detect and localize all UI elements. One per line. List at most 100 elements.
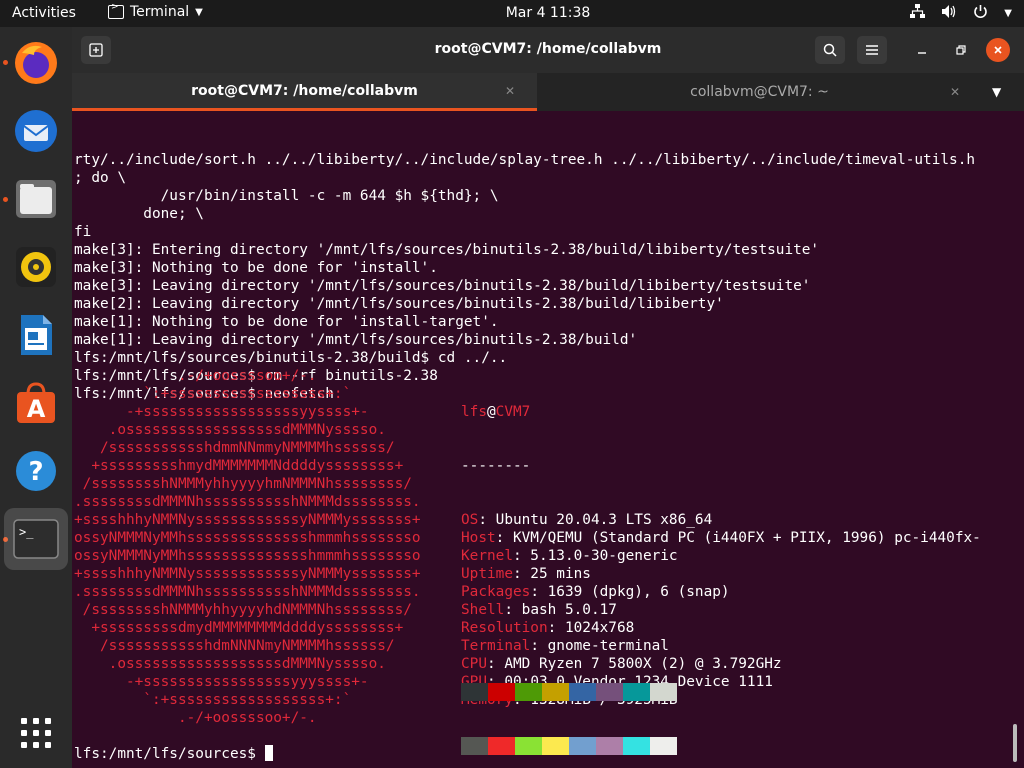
- close-tab-icon[interactable]: ✕: [950, 85, 960, 99]
- info-value: : KVM/QEMU (Standard PC (i440FX + PIIX, …: [495, 530, 981, 546]
- ascii-art-line: ossyNMMMNyMMhsssssssssssssshmmmhssssssso: [74, 548, 421, 564]
- current-prompt[interactable]: lfs:/mnt/lfs/sources$: [74, 745, 273, 763]
- thunderbird-icon: [15, 110, 57, 152]
- ascii-art-line: .ssssssssdMMMNhsssssssssshNMMMdssssssss.: [74, 584, 421, 600]
- terminal-line: make[1]: Leaving directory '/mnt/lfs/sou…: [74, 332, 638, 348]
- volume-icon[interactable]: [941, 4, 957, 23]
- show-applications-button[interactable]: [10, 707, 62, 759]
- close-icon: [994, 46, 1002, 54]
- dock: A ? >_: [0, 27, 72, 768]
- info-value: : Ubuntu 20.04.3 LTS x86_64: [478, 512, 713, 528]
- dock-software[interactable]: A: [10, 377, 62, 429]
- svg-text:A: A: [27, 395, 46, 423]
- palette-swatch: [461, 737, 488, 755]
- minimize-button[interactable]: [907, 36, 937, 64]
- ascii-art-line: +sssshhhyNMMNyssssssssssssyNMMMysssssss+: [74, 566, 421, 582]
- info-row: Kernel: 5.13.0-30-generic: [461, 547, 981, 565]
- info-key: OS: [461, 512, 479, 528]
- palette-swatch: [650, 737, 677, 755]
- ascii-art-line: +ssssssssshmydMMMMMMMNddddyssssssss+: [74, 458, 404, 474]
- palette-swatch: [569, 683, 596, 701]
- firefox-icon: [15, 42, 57, 84]
- tab-collabvm[interactable]: collabvm@CVM7: ~ ✕: [537, 73, 982, 111]
- terminal-line: lfs:/mnt/lfs/sources/binutils-2.38/build…: [74, 350, 508, 366]
- dock-terminal[interactable]: >_: [4, 508, 68, 570]
- network-icon[interactable]: [910, 4, 926, 23]
- terminal-line: make[3]: Leaving directory '/mnt/lfs/sou…: [74, 278, 811, 294]
- terminal-line: /usr/bin/install -c -m 644 $h ${thd}; \: [74, 188, 499, 204]
- palette-swatch: [488, 737, 515, 755]
- tab-label: collabvm@CVM7: ~: [690, 84, 829, 100]
- info-row: OS: Ubuntu 20.04.3 LTS x86_64: [461, 511, 981, 529]
- power-icon[interactable]: [973, 4, 988, 23]
- ascii-art-line: ossyNMMMNyMMhsssssssssssssshmmmhssssssso: [74, 530, 421, 546]
- info-value: : 1639 (dpkg), 6 (snap): [530, 584, 730, 600]
- dock-thunderbird[interactable]: [10, 105, 62, 157]
- ascii-art-line: .ssssssssdMMMNhsssssssssshNMMMdssssssss.: [74, 494, 421, 510]
- system-tray[interactable]: ▼: [910, 4, 1012, 23]
- palette-swatch: [488, 683, 515, 701]
- info-value: : 25 mins: [512, 566, 591, 582]
- chevron-down-icon[interactable]: ▼: [1004, 8, 1012, 19]
- palette-swatch: [623, 683, 650, 701]
- dock-firefox[interactable]: [10, 37, 62, 89]
- ascii-art-line: .-/+oossssoo+/-.: [74, 710, 317, 726]
- search-button[interactable]: [815, 36, 845, 64]
- info-value: : 5.13.0-30-generic: [512, 548, 678, 564]
- app-grid-icon: [21, 718, 51, 748]
- hamburger-icon: [866, 45, 878, 55]
- scrollbar[interactable]: [1013, 724, 1017, 762]
- terminal-window: root@CVM7: /home/collabvm root@CVM7: /ho…: [72, 27, 1024, 768]
- files-icon: [16, 180, 56, 218]
- ascii-art-line: `:+ssssssssssssssssss+:`: [74, 692, 352, 708]
- info-separator: --------: [461, 458, 531, 474]
- palette-swatch: [596, 737, 623, 755]
- maximize-button[interactable]: [946, 36, 976, 64]
- clock[interactable]: Mar 4 11:38: [0, 5, 1024, 21]
- svg-text:>_: >_: [19, 525, 34, 539]
- ascii-art-line: /sssssssshNMMMyhhyyyyhmNMMMNhssssssss/: [74, 476, 412, 492]
- tab-root[interactable]: root@CVM7: /home/collabvm ✕: [72, 73, 537, 111]
- info-key: Resolution: [461, 620, 548, 636]
- info-row: Host: KVM/QEMU (Standard PC (i440FX + PI…: [461, 529, 981, 547]
- close-button[interactable]: [986, 38, 1010, 62]
- terminal-line: make[2]: Leaving directory '/mnt/lfs/sou…: [74, 296, 724, 312]
- dock-files[interactable]: [10, 173, 62, 225]
- terminal-line: make[1]: Nothing to be done for 'install…: [74, 314, 499, 330]
- info-key: Host: [461, 530, 496, 546]
- terminal-output[interactable]: rty/../include/sort.h ../../libiberty/..…: [74, 115, 1018, 765]
- palette-swatch: [542, 683, 569, 701]
- ascii-art-line: -+ssssssssssssssssssyyssss+-: [74, 404, 369, 420]
- palette-swatch: [515, 737, 542, 755]
- palette-swatch: [542, 737, 569, 755]
- dock-help[interactable]: ?: [10, 445, 62, 497]
- info-key: Shell: [461, 602, 505, 618]
- ascii-art-line: +sssshhhyNMMNyssssssssssssyNMMMysssssss+: [74, 512, 421, 528]
- terminal-line: make[3]: Entering directory '/mnt/lfs/so…: [74, 242, 820, 258]
- ascii-art-line: /sssssssshNMMMyhhyyyyhdNMMMNhssssssss/: [74, 602, 412, 618]
- ascii-art-line: +sssssssssdmydMMMMMMMMddddyssssssss+: [74, 620, 404, 636]
- dock-writer[interactable]: [10, 309, 62, 361]
- palette-swatch: [596, 683, 623, 701]
- info-user: lfs: [461, 404, 487, 420]
- prompt-text: lfs:/mnt/lfs/sources$: [74, 746, 265, 762]
- terminal-line: make[3]: Nothing to be done for 'install…: [74, 260, 438, 276]
- close-tab-icon[interactable]: ✕: [505, 84, 515, 98]
- info-value: : 1024x768: [547, 620, 635, 636]
- tabs-dropdown-icon[interactable]: ▼: [992, 85, 1001, 99]
- title-bar[interactable]: root@CVM7: /home/collabvm: [72, 27, 1024, 73]
- ascii-art-line: -+sssssssssssssssssyyyssss+-: [74, 674, 369, 690]
- hamburger-menu-button[interactable]: [857, 36, 887, 64]
- terminal-line: done; \: [74, 206, 204, 222]
- dock-rhythmbox[interactable]: [10, 241, 62, 293]
- neofetch-ascii-logo: .-/+oossssoo+/-. `:+ssssssssssssssssss+:…: [74, 367, 421, 727]
- ascii-art-line: `:+ssssssssssssssssss+:`: [74, 386, 352, 402]
- terminal-line: ; do \: [74, 170, 126, 186]
- terminal-icon: >_: [13, 519, 59, 559]
- info-row: Packages: 1639 (dpkg), 6 (snap): [461, 583, 981, 601]
- info-key: Kernel: [461, 548, 513, 564]
- ascii-art-line: .-/+oossssoo+/-.: [74, 368, 317, 384]
- color-palette: [461, 647, 677, 768]
- palette-swatch: [623, 737, 650, 755]
- info-value: : bash 5.0.17: [504, 602, 617, 618]
